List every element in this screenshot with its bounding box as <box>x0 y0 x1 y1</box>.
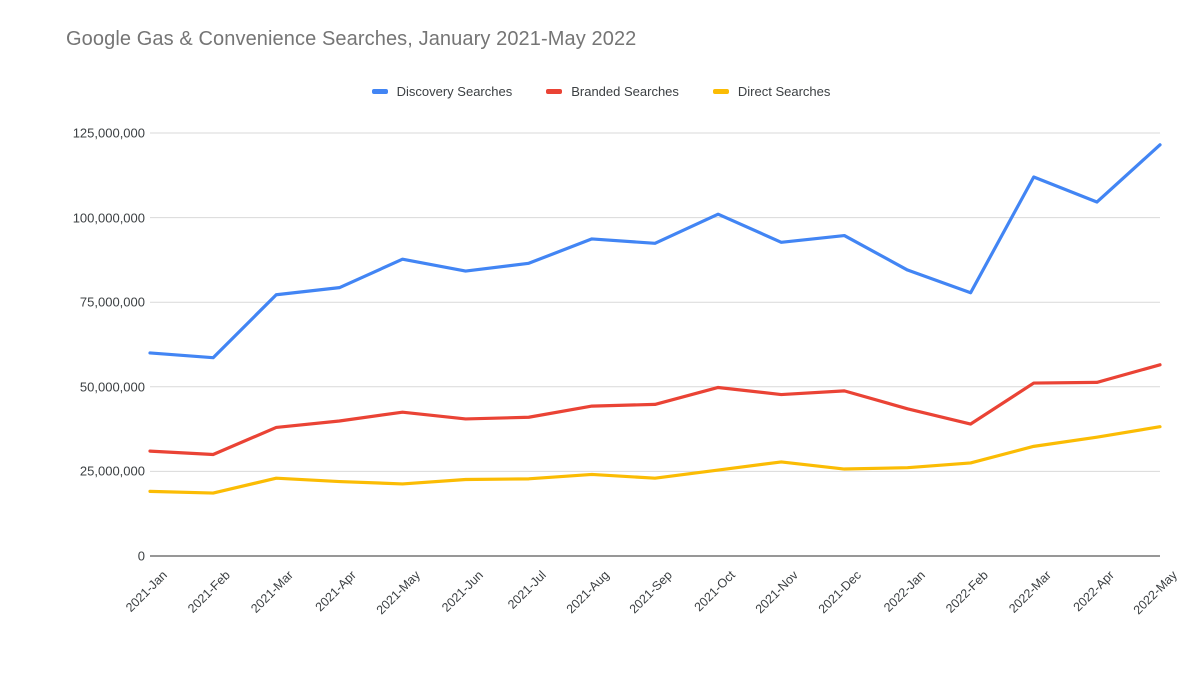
x-axis-tick-label: 2021-Jul <box>504 568 549 612</box>
x-axis-tick-label: 2021-Feb <box>185 568 234 616</box>
x-axis-tick-label: 2021-Aug <box>563 568 612 617</box>
x-axis-tick-label: 2022-Feb <box>942 568 991 616</box>
x-axis-tick-label: 2022-Jan <box>880 568 928 615</box>
x-axis-tick-label: 2021-Oct <box>691 568 739 615</box>
x-axis-tick-label: 2021-Apr <box>313 568 360 615</box>
chart-container: Google Gas & Convenience Searches, Janua… <box>0 0 1202 650</box>
x-axis-tick-label: 2021-Dec <box>816 568 865 617</box>
x-axis-tick-label: 2021-Jan <box>123 568 170 615</box>
x-axis-tick-label: 2021-May <box>373 568 423 618</box>
x-axis-tick-label: 2021-Mar <box>248 568 297 616</box>
x-axis-tick-label: 2022-Apr <box>1070 568 1117 615</box>
x-axis-tick-label: 2021-Jun <box>438 568 486 615</box>
x-axis-tick-label: 2022-May <box>1130 568 1180 618</box>
x-axis-tick-label: 2021-Nov <box>752 568 802 617</box>
x-axis: 2021-Jan 2021-Feb 2021-Mar 2021-Apr 2021-May… <box>0 0 1202 650</box>
x-axis-tick-label: 2021-Sep <box>626 568 675 617</box>
x-axis-tick-label: 2022-Mar <box>1005 568 1054 616</box>
